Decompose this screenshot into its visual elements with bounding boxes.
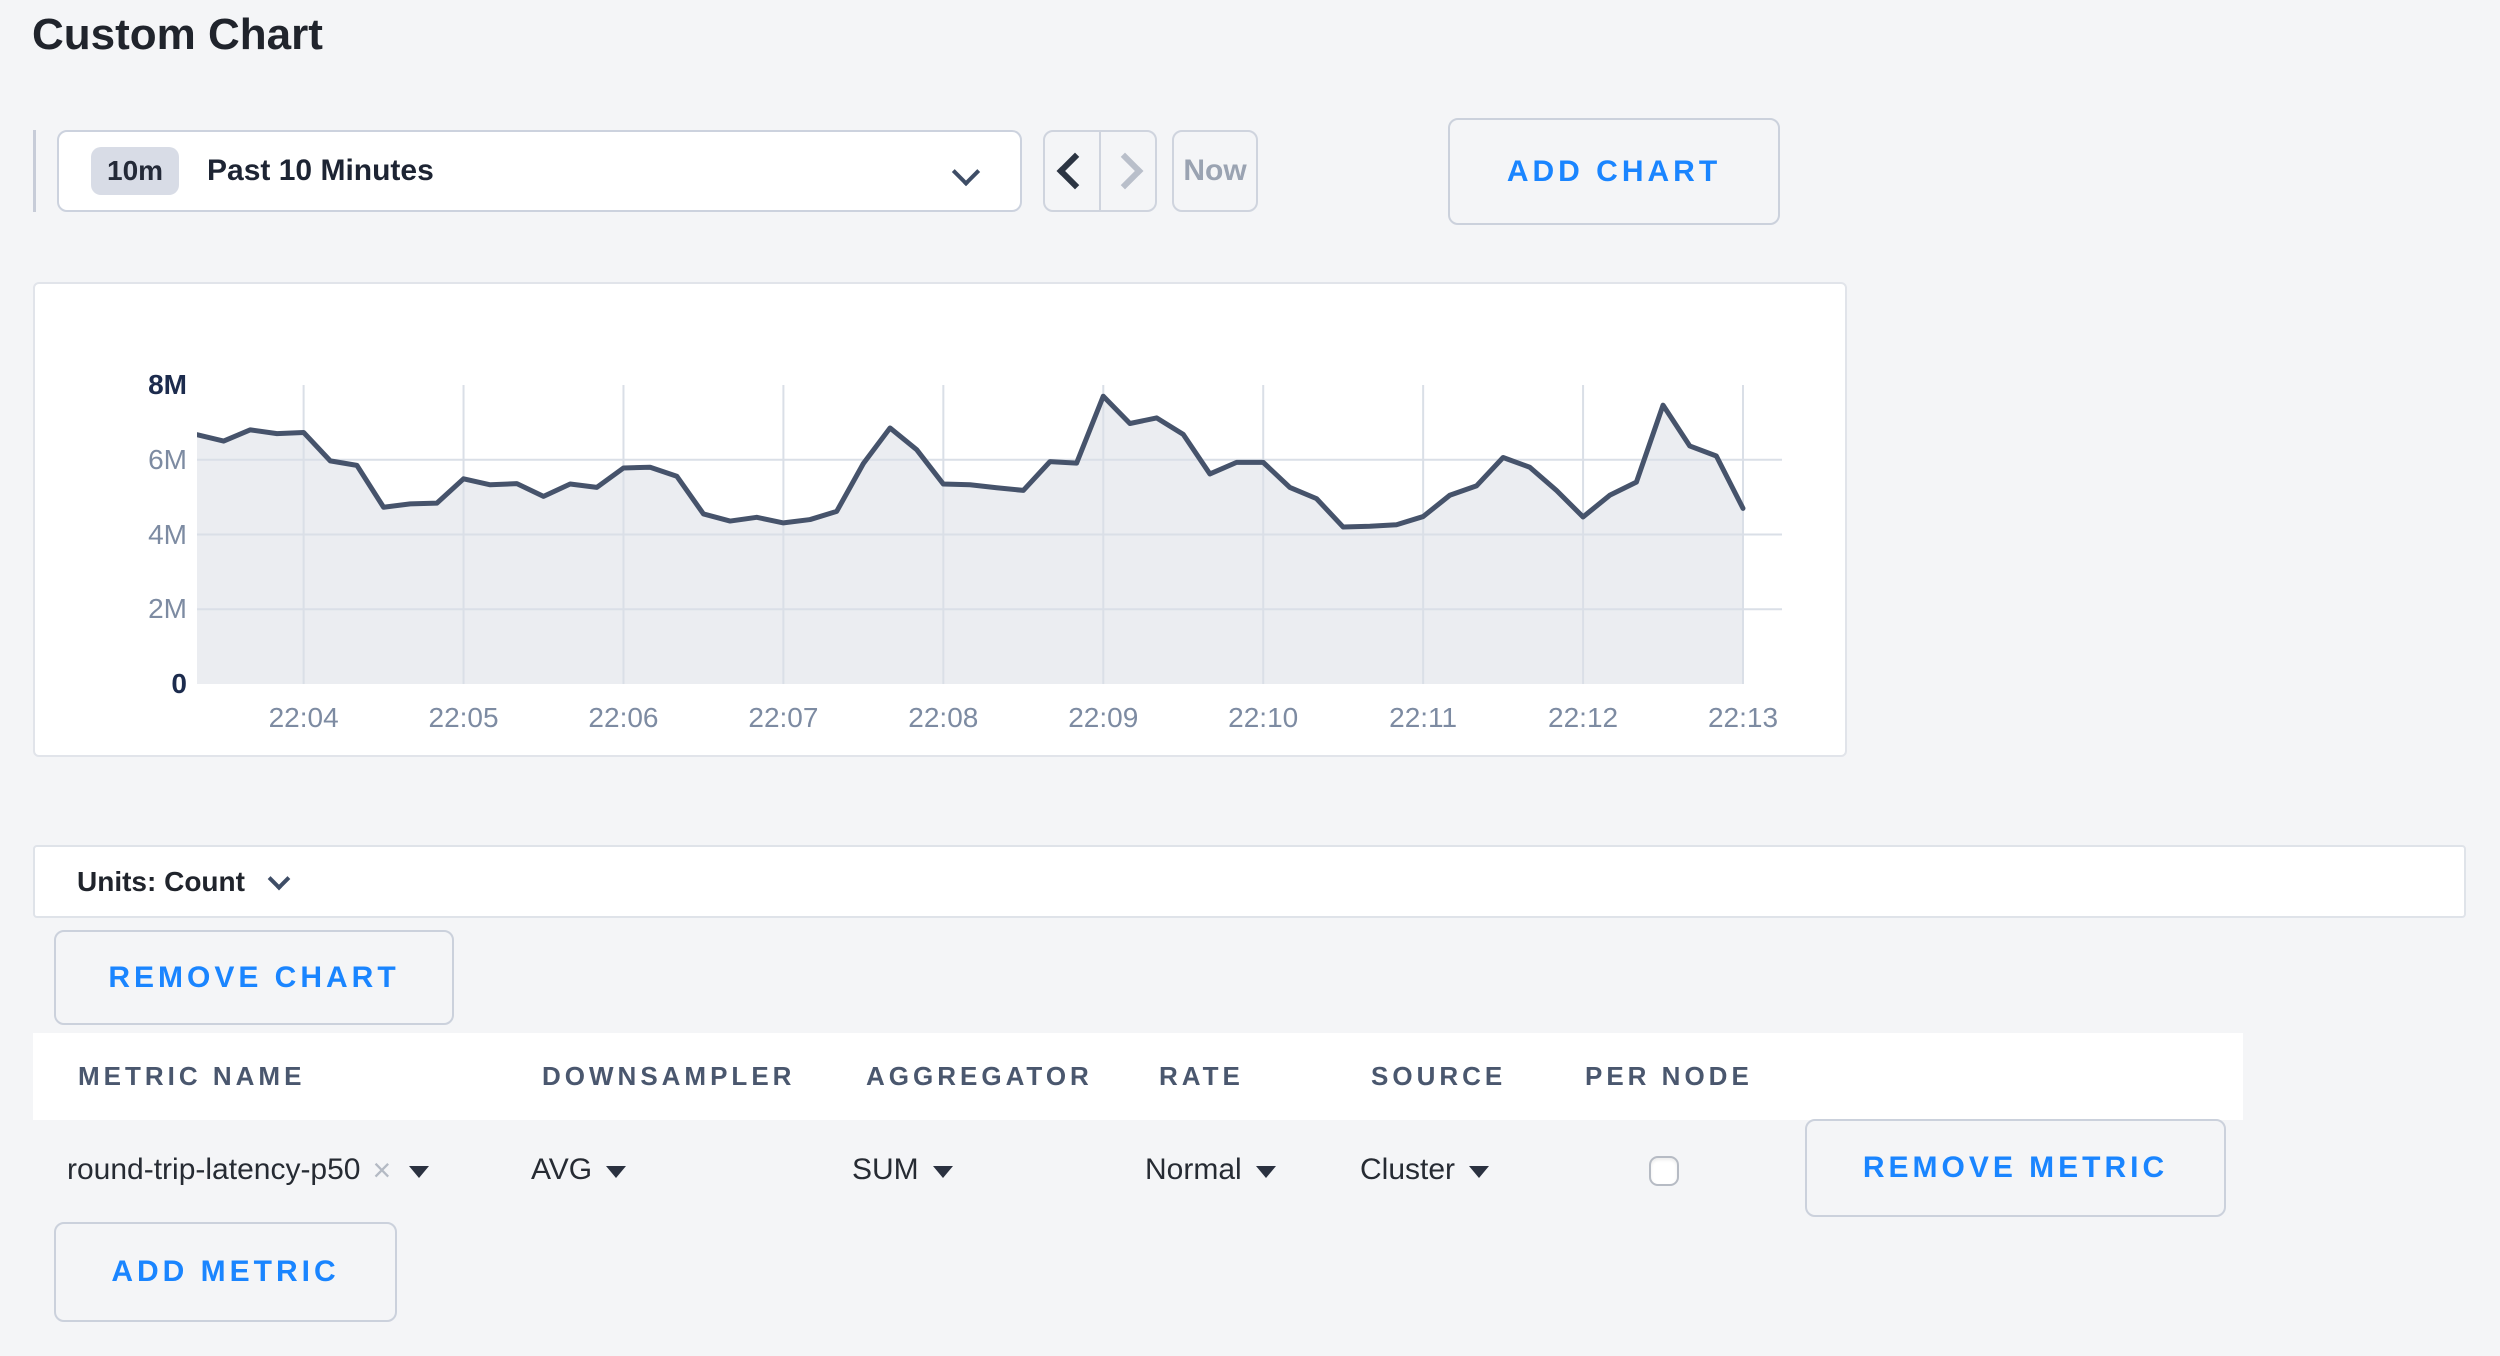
x-axis-tick-label: 22:06 — [588, 702, 658, 734]
x-axis-tick-label: 22:11 — [1389, 702, 1457, 734]
now-button[interactable]: Now — [1172, 130, 1258, 212]
caret-down-icon — [409, 1166, 429, 1178]
metric-name-dropdown[interactable]: round-trip-latency-p50 × — [67, 1142, 429, 1198]
timeseries-chart — [197, 385, 1782, 684]
x-axis-tick-label: 22:07 — [748, 702, 818, 734]
column-header-aggregator: AGGREGATOR — [866, 1033, 1093, 1120]
x-axis-tick-label: 22:09 — [1068, 702, 1138, 734]
caret-down-icon — [1256, 1166, 1276, 1178]
x-axis-tick-label: 22:04 — [269, 702, 339, 734]
y-axis-tick-label: 4M — [35, 517, 187, 553]
source-value: Cluster — [1360, 1153, 1455, 1187]
remove-chart-button[interactable]: REMOVE CHART — [54, 930, 454, 1025]
chart-card: 0 2M 4M 6M 8M 22:04 22:05 22:06 22:07 22:08 22:09… — [33, 282, 1847, 757]
time-step-controls — [1043, 130, 1157, 212]
y-axis-tick-label: 6M — [35, 442, 187, 478]
caret-down-icon — [1469, 1166, 1489, 1178]
aggregator-dropdown[interactable]: SUM — [852, 1142, 953, 1198]
add-chart-button[interactable]: ADD CHART — [1448, 118, 1780, 225]
column-header-downsampler: DOWNSAMPLER — [542, 1033, 795, 1120]
x-axis-tick-label: 22:12 — [1548, 702, 1618, 734]
column-header-metric-name: METRIC NAME — [78, 1033, 305, 1120]
column-header-per-node: PER NODE — [1585, 1033, 1753, 1120]
time-window-badge: 10m — [91, 147, 179, 195]
column-header-source: SOURCE — [1371, 1033, 1506, 1120]
time-window-dropdown[interactable]: 10m Past 10 Minutes — [57, 130, 1022, 212]
y-axis-tick-label: 8M — [35, 367, 187, 403]
time-window-label: Past 10 Minutes — [207, 154, 434, 188]
per-node-checkbox[interactable] — [1649, 1156, 1679, 1186]
aggregator-value: SUM — [852, 1153, 919, 1187]
rate-dropdown[interactable]: Normal — [1145, 1142, 1276, 1198]
toolbar-divider — [33, 130, 36, 212]
caret-down-icon — [606, 1166, 626, 1178]
remove-metric-button[interactable]: REMOVE METRIC — [1805, 1119, 2226, 1217]
units-label: Units: Count — [77, 866, 245, 898]
downsampler-dropdown[interactable]: AVG — [531, 1142, 626, 1198]
clear-icon[interactable]: × — [372, 1152, 391, 1189]
y-axis-tick-label: 0 — [35, 666, 187, 702]
chevron-left-icon — [1057, 153, 1094, 190]
x-axis-tick-label: 22:10 — [1228, 702, 1298, 734]
metrics-table-header: METRIC NAME DOWNSAMPLER AGGREGATOR RATE … — [33, 1033, 2243, 1120]
x-axis-tick-label: 22:05 — [429, 702, 499, 734]
chevron-down-icon — [268, 867, 291, 890]
column-header-rate: RATE — [1159, 1033, 1244, 1120]
caret-down-icon — [933, 1166, 953, 1178]
time-step-back-button[interactable] — [1045, 132, 1099, 210]
downsampler-value: AVG — [531, 1153, 592, 1187]
add-metric-button[interactable]: ADD METRIC — [54, 1222, 397, 1322]
custom-chart-page: Custom Chart 10m Past 10 Minutes Now ADD… — [0, 0, 2500, 1356]
chevron-down-icon — [952, 158, 980, 186]
units-dropdown[interactable]: Units: Count — [33, 845, 2466, 918]
metric-name-value: round-trip-latency-p50 — [67, 1153, 360, 1187]
source-dropdown[interactable]: Cluster — [1360, 1142, 1489, 1198]
page-title: Custom Chart — [32, 10, 323, 60]
x-axis-tick-label: 22:08 — [908, 702, 978, 734]
time-step-forward-button[interactable] — [1099, 132, 1155, 210]
rate-value: Normal — [1145, 1153, 1242, 1187]
x-axis-tick-label: 22:13 — [1708, 702, 1778, 734]
y-axis-tick-label: 2M — [35, 591, 187, 627]
chevron-right-icon — [1107, 153, 1144, 190]
